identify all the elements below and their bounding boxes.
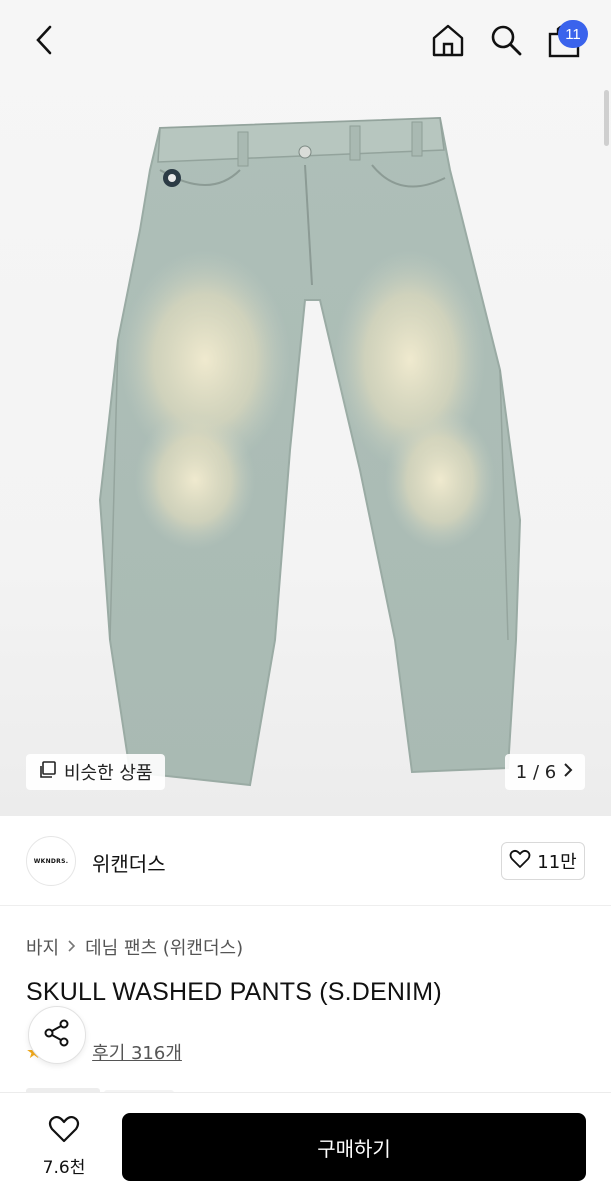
brand-name-link[interactable]: 위캔더스 [92, 848, 166, 877]
breadcrumb-item-subcategory[interactable]: 데님 팬츠 (위캔더스) [85, 934, 243, 960]
buy-button[interactable]: 구매하기 [122, 1113, 586, 1181]
back-button[interactable] [22, 22, 66, 62]
home-button[interactable] [426, 20, 470, 64]
breadcrumb-item-category[interactable]: 바지 [26, 934, 59, 960]
chevron-right-icon [67, 937, 77, 958]
bottom-action-bar: 7.6천 구매하기 [0, 1092, 611, 1200]
heart-icon [48, 1115, 80, 1147]
similar-products-label: 비슷한 상품 [64, 763, 153, 784]
breadcrumb: 바지 데님 팬츠 (위캔더스) [26, 934, 243, 960]
top-navigation-bar: 11 [0, 0, 611, 84]
heart-icon [509, 849, 531, 874]
brand-logo[interactable]: WKNDRS. [26, 836, 76, 886]
brand-like-button[interactable]: 11만 [501, 842, 585, 880]
share-icon [42, 1018, 72, 1052]
image-pagination[interactable]: 1 / 6 [505, 754, 585, 790]
scrollbar[interactable] [604, 90, 609, 146]
brand-like-count: 11만 [537, 852, 577, 873]
search-button[interactable] [484, 20, 528, 64]
product-photo-pants [98, 116, 522, 787]
review-link[interactable]: 후기 316개 [92, 1039, 182, 1065]
share-button[interactable] [28, 1006, 86, 1064]
search-icon [489, 23, 523, 61]
wishlist-button[interactable]: 7.6천 [26, 1111, 102, 1181]
chevron-left-icon [34, 24, 54, 60]
chevron-right-icon [562, 762, 574, 783]
product-image-carousel[interactable]: 비슷한 상품 1 / 6 [0, 0, 611, 816]
copy-icon [38, 760, 58, 785]
brand-row: WKNDRS. 위캔더스 11만 [0, 816, 611, 906]
home-icon [430, 22, 466, 62]
product-title: SKULL WASHED PANTS (S.DENIM) [26, 978, 442, 1006]
wishlist-count: 7.6천 [42, 1157, 86, 1178]
similar-products-button[interactable]: 비슷한 상품 [26, 754, 165, 790]
pagination-text: 1 / 6 [515, 761, 557, 783]
cart-count-badge: 11 [558, 20, 588, 48]
brand-logo-text: WKNDRS. [33, 857, 69, 865]
